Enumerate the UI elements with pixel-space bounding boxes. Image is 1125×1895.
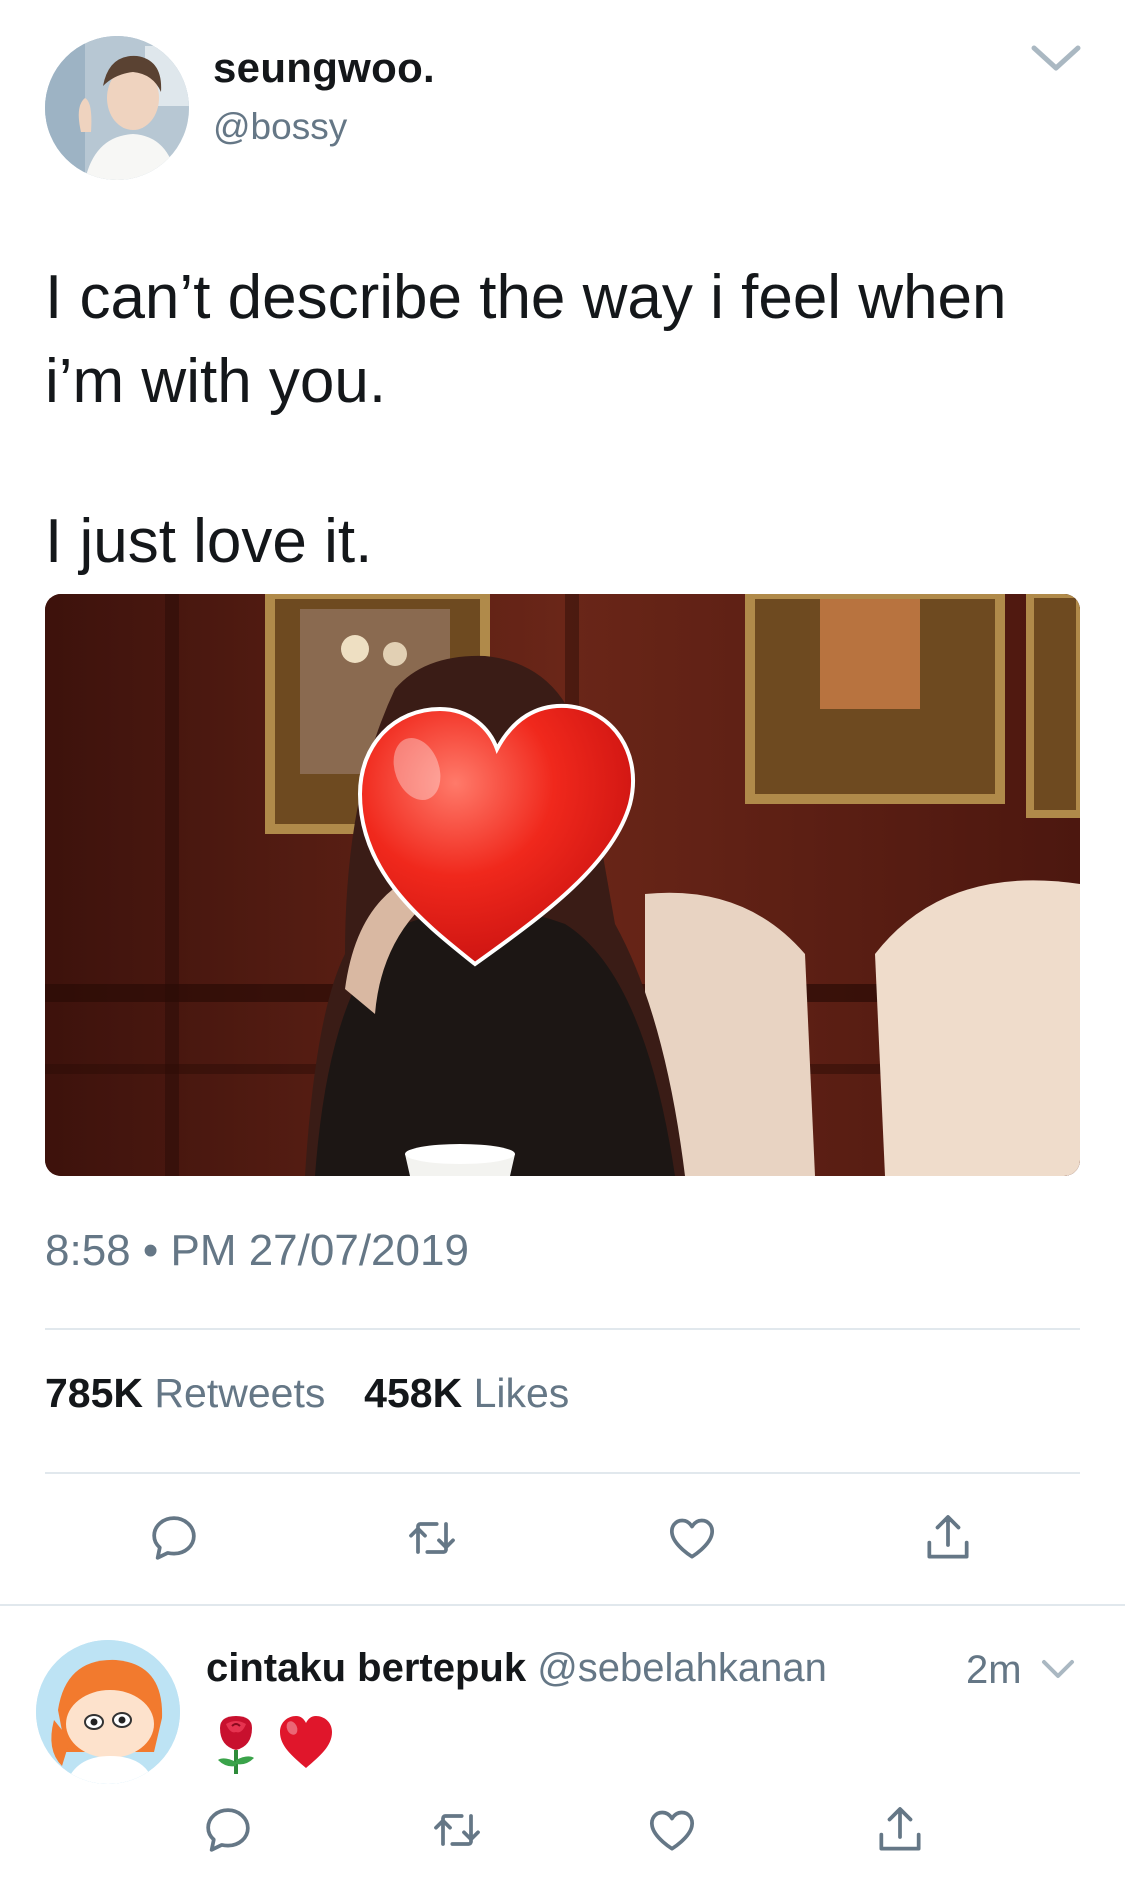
reply-text xyxy=(206,1710,336,1776)
reply-like-button[interactable] xyxy=(640,1798,704,1862)
chevron-down-icon[interactable] xyxy=(1028,40,1084,76)
heart-icon xyxy=(650,1810,694,1851)
tweet-text: I can’t describe the way i feel when i’m… xyxy=(45,256,1085,584)
reply-icon xyxy=(206,1808,250,1852)
tweet-text-line: I just love it. xyxy=(45,507,373,576)
share-button[interactable] xyxy=(916,1506,980,1570)
photo-illustration xyxy=(45,594,1080,1176)
tweet-text-line: i’m with you. xyxy=(45,347,387,416)
reply-share-button[interactable] xyxy=(868,1798,932,1862)
reply-icon xyxy=(152,1516,196,1560)
divider xyxy=(45,1328,1080,1330)
retweet-button[interactable] xyxy=(400,1506,464,1570)
rose-emoji xyxy=(218,1716,254,1774)
retweet-icon xyxy=(409,1522,455,1554)
author-handle[interactable]: @bossy xyxy=(213,106,347,148)
likes-label: Likes xyxy=(473,1370,570,1416)
retweets-label: Retweets xyxy=(154,1370,326,1416)
tweet-timestamp: 8:58 • PM 27/07/2019 xyxy=(45,1226,469,1275)
reply-author-avatar[interactable] xyxy=(36,1640,180,1784)
share-icon xyxy=(879,1807,921,1851)
divider xyxy=(45,1472,1080,1474)
red-heart-emoji xyxy=(280,1716,332,1768)
tweet-text-line: I can’t describe the way i feel when xyxy=(45,263,1007,332)
avatar-photo xyxy=(45,36,189,180)
author-display-name[interactable]: seungwoo. xyxy=(213,44,435,92)
author-avatar[interactable] xyxy=(45,36,189,180)
reply-reply-button[interactable] xyxy=(196,1798,260,1862)
reply-retweet-button[interactable] xyxy=(425,1798,489,1862)
likes-stat[interactable]: 458K Likes xyxy=(364,1370,569,1416)
tweet-stats: 785K Retweets 458K Likes xyxy=(45,1370,569,1417)
avatar-cartoon xyxy=(36,1640,180,1784)
reply-author-name: cintaku bertepuk xyxy=(206,1646,527,1690)
share-icon xyxy=(927,1515,969,1559)
reply-author-handle: @sebelahkanan xyxy=(537,1646,827,1690)
like-button[interactable] xyxy=(660,1506,724,1570)
retweets-count: 785K xyxy=(45,1370,144,1416)
retweets-stat[interactable]: 785K Retweets xyxy=(45,1370,337,1416)
chevron-down-icon[interactable] xyxy=(1040,1656,1076,1682)
heart-icon xyxy=(670,1518,714,1559)
retweet-icon xyxy=(434,1814,480,1846)
likes-count: 458K xyxy=(364,1370,463,1416)
reply-author[interactable]: cintaku bertepuk @sebelahkanan xyxy=(206,1646,827,1691)
tweet-photo[interactable] xyxy=(45,594,1080,1176)
section-divider xyxy=(0,1604,1125,1606)
reply-button[interactable] xyxy=(142,1506,206,1570)
reply-timestamp: 2m xyxy=(966,1648,1022,1692)
